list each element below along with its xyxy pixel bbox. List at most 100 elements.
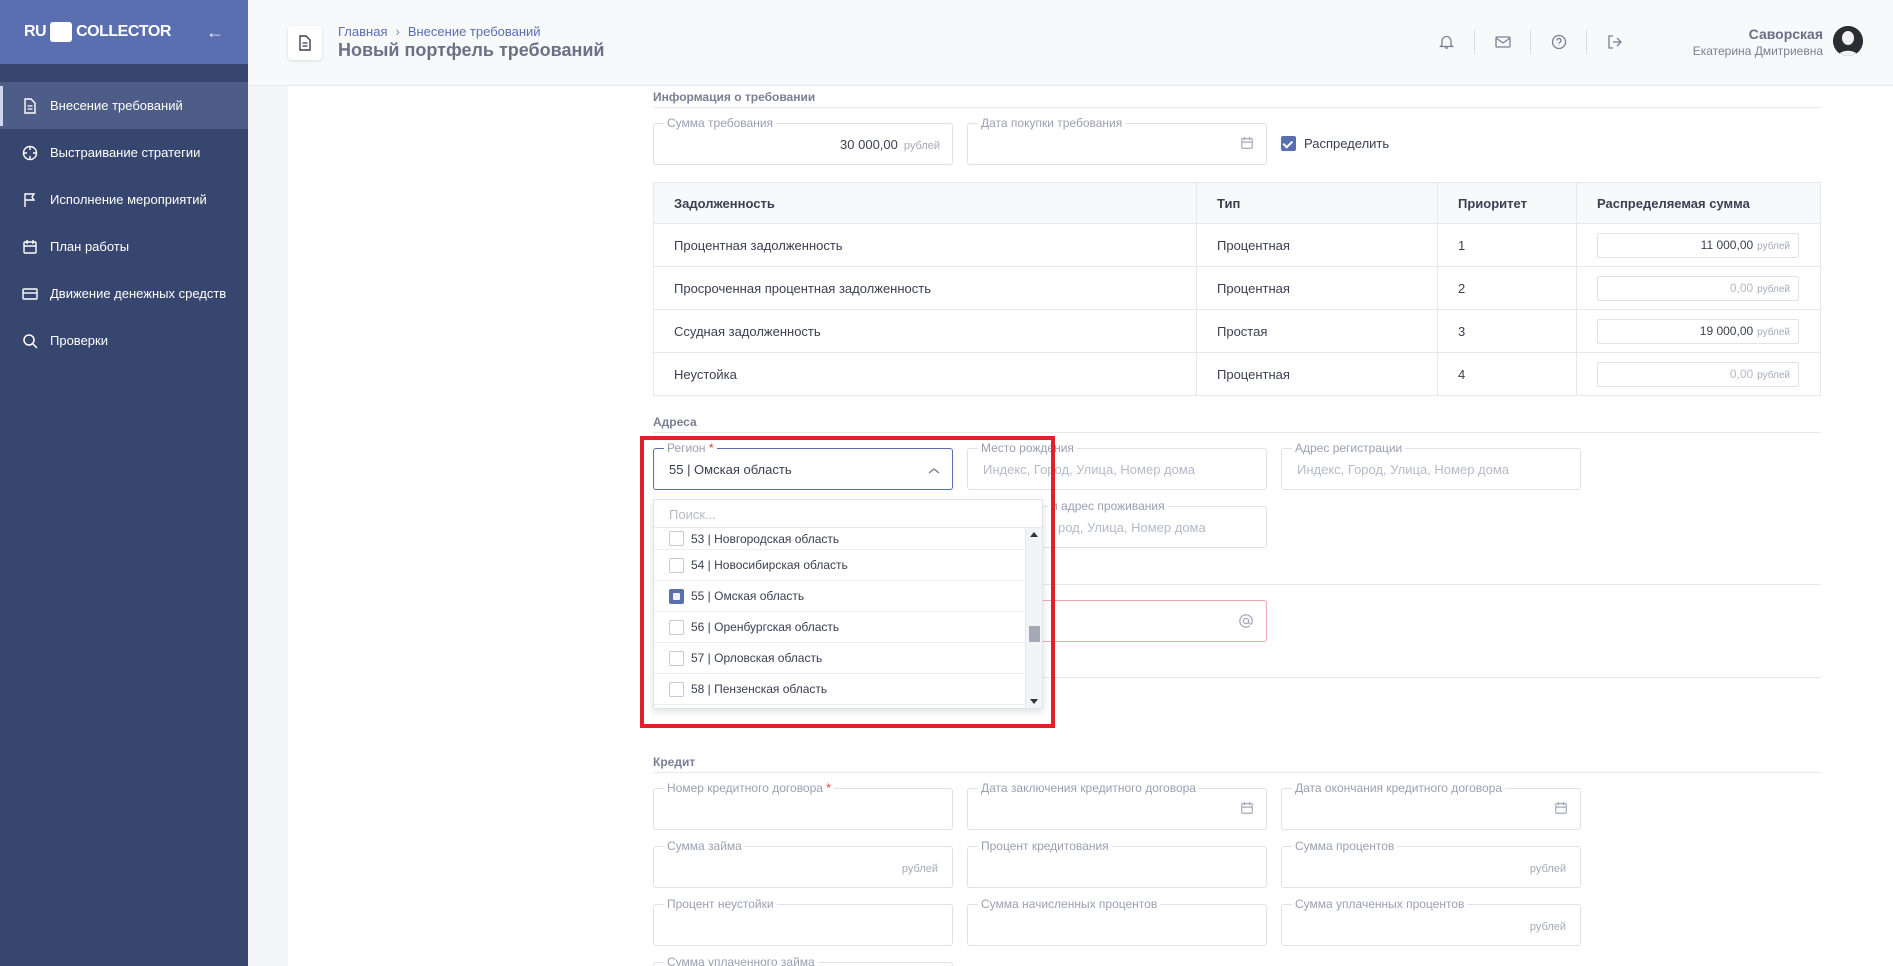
section-claim-info-title: Информация о требовании [653,90,816,104]
column-header-debt: Задолженность [653,182,1197,224]
logo-text-right: COLLECTOR [76,23,171,40]
sidebar-item-strategy[interactable]: Выстраивание стратегии [0,129,248,176]
section-divider [653,432,1821,433]
section-divider [1043,584,1821,585]
distribute-checkbox-row[interactable]: Распределить [1281,136,1389,151]
collapse-sidebar-icon[interactable]: ← [206,22,224,43]
section-divider [653,107,1821,108]
credit-card-icon [22,286,38,302]
section-divider [653,772,1821,773]
at-icon [1238,613,1254,632]
interest-sum-unit: рублей [1529,863,1566,875]
purchase-date-field[interactable]: Дата покупки требования [967,116,1267,165]
debt-amount-unit: рублей [1757,326,1790,338]
calendar-icon [22,239,38,255]
table-row: Процентная задолженность Процентная 1 11… [653,223,1821,267]
flag-icon [22,192,38,208]
user-avatar-icon [1833,26,1863,56]
debt-name-cell: Ссудная задолженность [653,309,1197,353]
paid-interest-field[interactable]: Сумма уплаченных процентов рублей [1281,897,1581,946]
debt-amount-value: 0,00 [1729,280,1754,295]
calendar-icon[interactable] [1554,801,1568,818]
debt-priority-cell: 3 [1437,309,1577,353]
claim-amount-label: Сумма требования [664,116,777,130]
debt-amount-input[interactable]: 0,00 рублей [1597,361,1799,387]
purchase-date-label: Дата покупки требования [978,116,1126,130]
accrued-interest-field[interactable]: Сумма начисленных процентов [967,897,1267,946]
avatar[interactable] [1833,26,1863,56]
top-header: Главная › Внесение требований Новый порт… [248,0,1893,86]
help-button[interactable] [1531,30,1587,54]
actual-address-placeholder: род, Улица, Номер дома [1058,520,1206,535]
section-divider [1043,677,1821,678]
registration-address-field[interactable]: Адрес регистрации Индекс, Город, Улица, … [1281,441,1581,490]
sidebar-item-cash-flow[interactable]: Движение денежных средств [0,270,248,317]
contract-end-date-field[interactable]: Дата окончания кредитного договора [1281,781,1581,830]
debt-amount-value: 0,00 [1729,366,1754,381]
sidebar-item-work-plan[interactable]: План работы [0,223,248,270]
contract-date-field[interactable]: Дата заключения кредитного договора [967,781,1267,830]
sidebar-item-label: Исполнение мероприятий [50,192,207,207]
sidebar-item-label: Выстраивание стратегии [50,145,201,160]
paid-interest-label: Сумма уплаченных процентов [1292,897,1468,911]
sidebar-item-label: Проверки [50,333,108,348]
claim-amount-value: 30 000,00 рублей [840,137,940,152]
distribute-label: Распределить [1304,136,1390,151]
calendar-icon[interactable] [1240,136,1254,153]
messages-button[interactable] [1475,30,1531,54]
debt-priority-cell: 1 [1437,223,1577,267]
interest-rate-field[interactable]: Процент кредитования [967,839,1267,888]
actual-address-label: и адрес проживания [1048,499,1168,513]
breadcrumb-claims[interactable]: Внесение требований [408,24,541,39]
penalty-rate-label: Процент неустойки [664,897,777,911]
interest-rate-label: Процент кредитования [978,839,1112,853]
claim-amount-field[interactable]: Сумма требования 30 000,00 рублей [653,116,953,165]
contract-end-date-label: Дата окончания кредитного договора [1292,781,1506,795]
required-marker: * [826,781,831,795]
debt-type-cell: Простая [1196,309,1438,353]
sidebar-item-checks[interactable]: Проверки [0,317,248,364]
claim-amount-number: 30 000,00 [840,137,898,152]
sidebar-item-execution[interactable]: Исполнение мероприятий [0,176,248,223]
breadcrumb-home[interactable]: Главная [338,24,387,39]
paid-interest-unit: рублей [1529,921,1566,933]
contract-date-label: Дата заключения кредитного договора [978,781,1199,795]
logout-icon [1608,35,1622,49]
distribute-checkbox[interactable] [1281,136,1296,151]
debt-amount-input[interactable]: 19 000,00 рублей [1597,318,1799,344]
interest-sum-field[interactable]: Сумма процентов рублей [1281,839,1581,888]
interest-sum-label: Сумма процентов [1292,839,1398,853]
paid-loan-field[interactable]: Сумма уплаченного займа [653,955,953,966]
table-row: Просроченная процентная задолженность Пр… [653,266,1821,310]
loan-amount-field[interactable]: Сумма займа рублей [653,839,953,888]
page-document-icon [288,26,322,60]
sidebar: RU COLLECTOR ← Внесение требований Выстр… [0,0,248,966]
document-icon [22,97,38,114]
notifications-button[interactable] [1419,30,1475,54]
highlight-annotation-box [640,436,1055,728]
logo[interactable]: RU COLLECTOR [24,22,171,42]
penalty-rate-field[interactable]: Процент неустойки [653,897,953,946]
sidebar-item-label: План работы [50,239,130,254]
debt-amount-value: 11 000,00 [1700,237,1754,252]
section-address-title: Адреса [653,415,697,429]
contract-number-label: Номер кредитного договора * [664,781,834,795]
user-info[interactable]: Саворская Екатерина Дмитриевна [1693,26,1823,58]
logout-button[interactable] [1587,30,1643,54]
debt-priority-cell: 4 [1437,352,1577,396]
debt-amount-cell: 0,00 рублей [1576,352,1821,396]
mail-icon [1494,36,1511,48]
contract-number-field[interactable]: Номер кредитного договора * [653,781,953,830]
debt-type-cell: Процентная [1196,223,1438,267]
debt-amount-input[interactable]: 0,00 рублей [1597,275,1799,301]
debt-name-cell: Просроченная процентная задолженность [653,266,1197,310]
column-header-priority: Приоритет [1437,182,1577,224]
search-icon [22,333,38,349]
debt-amount-input[interactable]: 11 000,00 рублей [1597,232,1799,258]
sidebar-item-claims-entry[interactable]: Внесение требований [0,82,248,129]
claim-amount-unit: рублей [903,140,940,152]
accrued-interest-label: Сумма начисленных процентов [978,897,1161,911]
table-row: Ссудная задолженность Простая 3 19 000,0… [653,309,1821,353]
crosshair-icon [22,145,38,161]
calendar-icon[interactable] [1240,801,1254,818]
